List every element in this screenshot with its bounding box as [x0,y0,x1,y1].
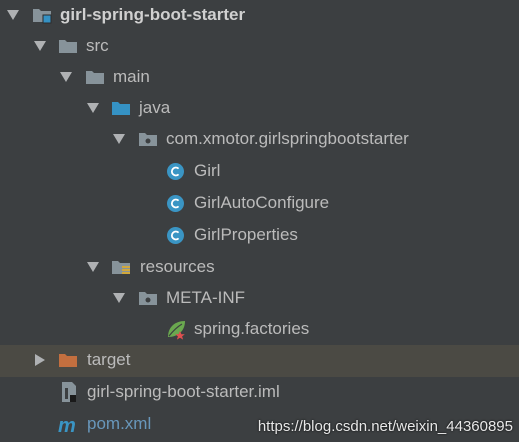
package-icon [138,130,158,148]
tree-row-java[interactable]: java [0,93,519,124]
target-folder-label: target [87,350,131,369]
tree-row-resources[interactable]: resources [0,252,519,283]
spring-leaf-icon [165,318,187,340]
expand-arrow-icon[interactable] [60,72,72,82]
class-autoconfigure-label: GirlAutoConfigure [194,193,330,212]
folder-icon [138,289,158,307]
tree-row-main[interactable]: main [0,62,519,93]
tree-row-spring-factories[interactable]: spring.factories [0,314,519,345]
expand-arrow-icon[interactable] [87,103,99,113]
svg-text:m: m [58,415,76,437]
collapse-arrow-icon[interactable] [35,354,45,366]
excluded-folder-icon [58,351,78,369]
folder-icon [85,68,105,86]
src-folder-label: src [86,36,109,55]
java-class-icon [166,194,185,213]
tree-row-class-girl[interactable]: Girl [0,156,519,187]
pom-file-label: pom.xml [87,414,152,433]
root-module-label: girl-spring-boot-starter [60,5,246,24]
folder-icon [58,37,78,55]
java-folder-label: java [139,98,171,117]
tree-row-package[interactable]: com.xmotor.girlspringbootstarter [0,124,519,155]
expand-arrow-icon[interactable] [87,262,99,272]
tree-row-class-autoconfigure[interactable]: GirlAutoConfigure [0,188,519,219]
project-tree: girl-spring-boot-starter src main java c… [0,0,519,442]
tree-row-iml[interactable]: girl-spring-boot-starter.iml [0,377,519,408]
expand-arrow-icon[interactable] [113,134,125,144]
resources-folder-label: resources [140,257,215,276]
resources-folder-icon [111,258,131,276]
tree-row-root[interactable]: girl-spring-boot-starter [0,0,519,31]
watermark-text: https://blog.csdn.net/weixin_44360895 [257,418,513,435]
tree-row-src[interactable]: src [0,31,519,62]
maven-icon: m [57,413,81,437]
tree-row-class-properties[interactable]: GirlProperties [0,220,519,251]
source-root-folder-icon [111,99,131,117]
module-folder-icon [32,6,52,24]
spring-factories-label: spring.factories [194,319,310,338]
expand-arrow-icon[interactable] [7,10,19,20]
tree-row-target[interactable]: target [0,345,519,377]
tree-row-meta-inf[interactable]: META-INF [0,283,519,314]
expand-arrow-icon[interactable] [113,293,125,303]
class-girl-label: Girl [194,161,221,180]
java-class-icon [166,162,185,181]
iml-file-label: girl-spring-boot-starter.iml [87,382,280,401]
expand-arrow-icon[interactable] [34,41,46,51]
package-label: com.xmotor.girlspringbootstarter [166,129,409,148]
class-properties-label: GirlProperties [194,225,298,244]
java-class-icon [166,226,185,245]
meta-inf-folder-label: META-INF [166,288,246,307]
main-folder-label: main [113,67,150,86]
iml-file-icon [60,381,78,403]
